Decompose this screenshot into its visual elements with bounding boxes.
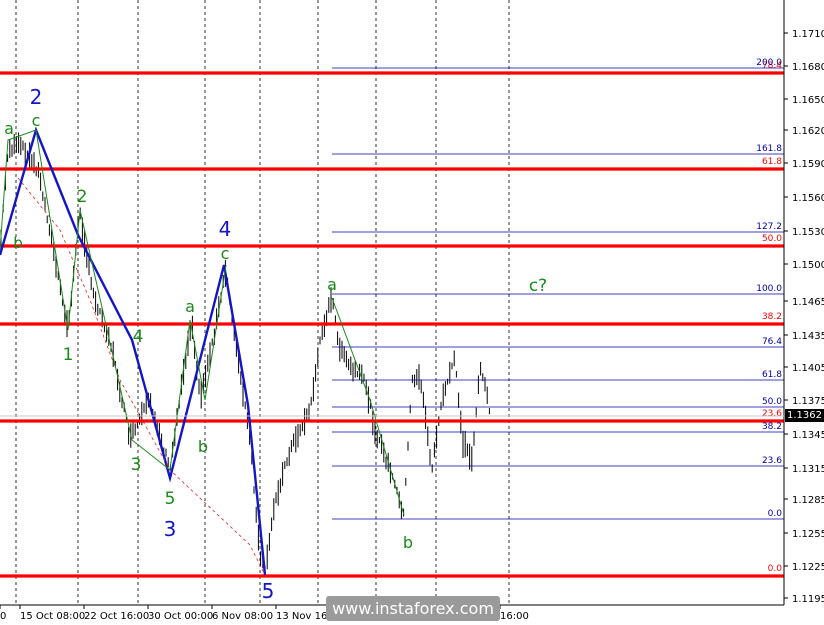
current-price-badge: 1.1362 bbox=[785, 409, 824, 422]
wave-label: c bbox=[221, 244, 230, 263]
fibonacci-label: 127.2 bbox=[756, 222, 782, 232]
x-tick-label: 22 Oct 16:00 bbox=[84, 611, 149, 622]
y-tick-label: 1.1590 bbox=[792, 159, 824, 170]
y-tick-label: 1.1315 bbox=[792, 464, 824, 475]
wave-label: 3 bbox=[164, 517, 177, 541]
fibonacci-label: 76.4 bbox=[762, 337, 782, 347]
wave-label: b bbox=[13, 234, 23, 252]
y-tick-label: 1.1650 bbox=[792, 95, 824, 106]
fib-red-label: 23.6 bbox=[762, 409, 782, 419]
wave-label: a bbox=[4, 119, 14, 138]
wave-label: 3 bbox=[131, 455, 142, 475]
y-tick-label: 1.1375 bbox=[792, 396, 824, 407]
wave-label: 4 bbox=[219, 217, 232, 241]
wave-label: 2 bbox=[30, 85, 43, 109]
x-tick-label: 16:00 bbox=[500, 611, 529, 622]
y-axis-ticks: 1.1710 1.1680 1.1650 1.1620 1.1590 1.1560 1.15… bbox=[784, 29, 824, 605]
wave-label: 5 bbox=[165, 489, 176, 509]
y-tick-label: 1.1530 bbox=[792, 227, 824, 238]
fib-red-label: 61.8 bbox=[762, 157, 782, 167]
y-tick-label: 1.1225 bbox=[792, 562, 824, 573]
x-tick-label: 30 Oct 00:00 bbox=[148, 611, 213, 622]
wave-label: 2 bbox=[77, 187, 88, 207]
y-tick-label: 1.1435 bbox=[792, 331, 824, 342]
fibonacci-label: 38.2 bbox=[762, 422, 782, 432]
y-tick-label: 1.1405 bbox=[792, 363, 824, 374]
wave-label: 4 bbox=[133, 327, 144, 347]
x-tick-label: 6 Nov 08:00 bbox=[212, 611, 273, 622]
y-tick-label: 1.1465 bbox=[792, 297, 824, 308]
y-tick-label: 1.1680 bbox=[792, 62, 824, 73]
wave-label: b bbox=[403, 533, 413, 552]
wave-label: 5 bbox=[262, 579, 275, 603]
price-chart: 78.461.850.038.223.60.0 200.0161.8127.21… bbox=[0, 0, 824, 622]
fib-red-label: 0.0 bbox=[768, 564, 783, 574]
fibonacci-label: 0.0 bbox=[768, 509, 783, 519]
wave-label: b bbox=[198, 437, 208, 456]
wave-label: c? bbox=[529, 276, 547, 296]
wave-label: a bbox=[185, 297, 195, 316]
fibonacci-label: 50.0 bbox=[762, 397, 782, 407]
wave-label: a bbox=[327, 275, 337, 294]
x-tick-label: 0 bbox=[0, 611, 6, 622]
fib-red-label: 50.0 bbox=[762, 234, 782, 244]
y-tick-label: 1.1255 bbox=[792, 529, 824, 540]
x-tick-label: 15 Oct 08:00 bbox=[20, 611, 85, 622]
y-tick-label: 1.1500 bbox=[792, 260, 824, 271]
y-tick-label: 1.1710 bbox=[792, 29, 824, 40]
wave-label: c bbox=[32, 111, 41, 130]
fibonacci-label: 100.0 bbox=[756, 284, 782, 294]
wave-label: 1 bbox=[63, 345, 74, 365]
fibonacci-label: 61.8 bbox=[762, 370, 782, 380]
plot-background bbox=[0, 0, 784, 605]
watermark-logo: www.instaforex.com bbox=[326, 596, 500, 621]
y-tick-label: 1.1195 bbox=[792, 594, 824, 605]
y-tick-label: 1.1345 bbox=[792, 430, 824, 441]
fib-red-label: 38.2 bbox=[762, 312, 782, 322]
y-tick-label: 1.1560 bbox=[792, 193, 824, 204]
fibonacci-label: 200.0 bbox=[756, 58, 782, 68]
y-tick-label: 1.1620 bbox=[792, 126, 824, 137]
y-tick-label: 1.1285 bbox=[792, 495, 824, 506]
fibonacci-label: 161.8 bbox=[756, 144, 782, 154]
fibonacci-label: 23.6 bbox=[762, 456, 782, 466]
